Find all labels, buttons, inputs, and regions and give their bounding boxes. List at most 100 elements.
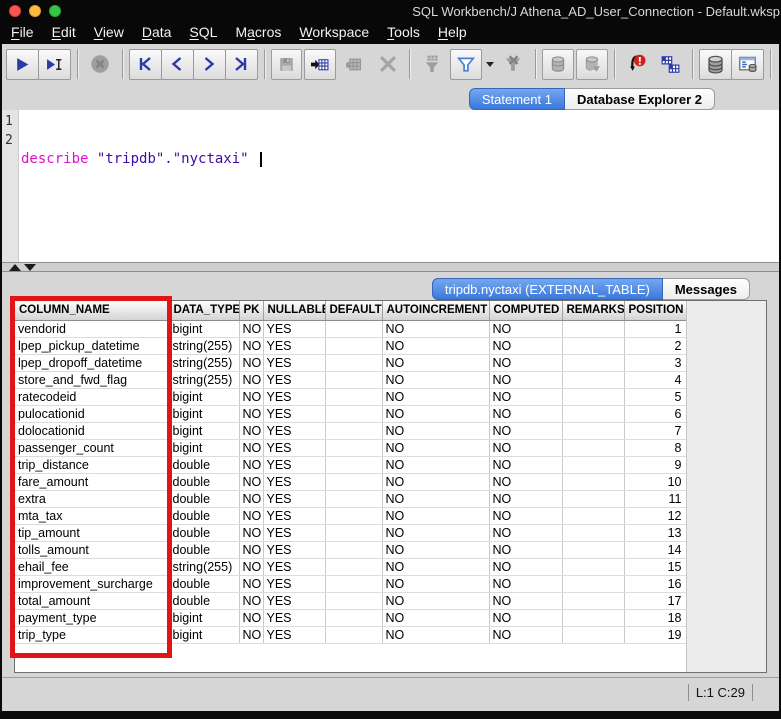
toolbar-separator [264,49,265,79]
table-row[interactable]: lpep_pickup_datetimestring(255)NOYESNONO… [15,337,686,354]
toolbar-separator [614,49,615,79]
filter-data-button[interactable] [450,49,482,80]
column-header-data_type[interactable]: DATA_TYPE [169,301,239,320]
filter-dropdown-arrow[interactable] [486,62,494,67]
previous-row-button[interactable] [161,49,194,80]
toolbar-separator [409,49,410,79]
table-cell: 6 [624,405,686,422]
table-cell: NO [489,473,562,490]
column-header-pk[interactable]: PK [239,301,263,320]
menu-data[interactable]: Data [133,22,181,44]
table-row[interactable]: ratecodeidbigintNOYESNONO5 [15,388,686,405]
column-header-nullable[interactable]: NULLABLE [263,301,325,320]
table-cell: NO [239,541,263,558]
close-button[interactable] [9,5,21,17]
code-area[interactable]: describe "tripdb"."nyctaxi" [19,110,262,262]
execute-current-button[interactable] [38,49,71,80]
execute-all-button[interactable] [6,49,39,80]
table-cell: YES [263,405,325,422]
last-row-button[interactable] [225,49,258,80]
update-database-button[interactable] [304,49,336,80]
status-separator [752,684,753,701]
menu-tools[interactable]: Tools [378,22,429,44]
pane-splitter[interactable] [2,262,779,272]
table-cell: YES [263,371,325,388]
table-cell: NO [489,371,562,388]
table-cell: NO [382,473,489,490]
table-row[interactable]: pulocationidbigintNOYESNONO6 [15,405,686,422]
tab-statement-1[interactable]: Statement 1 [469,88,565,110]
table-row[interactable]: dolocationidbigintNOYESNONO7 [15,422,686,439]
table-row[interactable]: trip_typebigintNOYESNONO19 [15,626,686,643]
result-table[interactable]: COLUMN_NAMEDATA_TYPEPKNULLABLEDEFAULTAUT… [15,301,687,644]
table-cell: mta_tax [15,507,169,524]
tab-messages[interactable]: Messages [663,278,750,300]
table-cell: double [169,507,239,524]
menu-edit[interactable]: Edit [43,22,85,44]
table-row[interactable]: lpep_dropoff_datetimestring(255)NOYESNON… [15,354,686,371]
collapse-up-icon[interactable] [9,264,21,271]
play-cursor-icon [46,56,63,73]
result-tab-bar: tripdb.nyctaxi (EXTERNAL_TABLE) Messages [2,272,779,300]
ignore-errors-button[interactable] [621,49,653,80]
table-row[interactable]: fare_amountdoubleNOYESNONO10 [15,473,686,490]
column-header-computed[interactable]: COMPUTED [489,301,562,320]
table-cell: YES [263,422,325,439]
table-row[interactable]: ehail_feestring(255)NOYESNONO15 [15,558,686,575]
table-cell: total_amount [15,592,169,609]
tab-result-nyctaxi[interactable]: tripdb.nyctaxi (EXTERNAL_TABLE) [432,278,663,300]
table-cell [562,575,624,592]
table-cell: double [169,456,239,473]
code-line-1: describe "tripdb"."nyctaxi" [21,150,262,169]
table-row[interactable]: mta_taxdoubleNOYESNONO12 [15,507,686,524]
column-header-position[interactable]: POSITION [624,301,686,320]
menu-view[interactable]: View [85,22,133,44]
table-row[interactable]: store_and_fwd_flagstring(255)NOYESNONO4 [15,371,686,388]
menu-workspace[interactable]: Workspace [290,22,378,44]
menu-macros[interactable]: Macros [226,22,290,44]
table-row[interactable]: passenger_countbigintNOYESNONO8 [15,439,686,456]
sql-editor[interactable]: 1 2 describe "tripdb"."nyctaxi" [2,110,779,262]
connection-info-button[interactable] [699,49,732,80]
table-cell: 7 [624,422,686,439]
table-cell: NO [489,456,562,473]
column-header-default[interactable]: DEFAULT [325,301,382,320]
chevron-left-icon [169,56,185,72]
first-row-button[interactable] [129,49,162,80]
table-cell: NO [382,592,489,609]
table-cell: NO [489,337,562,354]
table-cell: bigint [169,405,239,422]
db-explorer-window-icon [738,55,757,74]
column-header-remarks[interactable]: REMARKS [562,301,624,320]
database-explorer-button[interactable] [731,49,764,80]
menu-help[interactable]: Help [429,22,476,44]
table-row[interactable]: tolls_amountdoubleNOYESNONO14 [15,541,686,558]
table-cell: 3 [624,354,686,371]
menu-file[interactable]: File [2,22,43,44]
next-row-button[interactable] [193,49,226,80]
zoom-button[interactable] [49,5,61,17]
table-cell: NO [239,354,263,371]
database-commit-icon [549,55,567,73]
table-row[interactable]: tip_amountdoubleNOYESNONO13 [15,524,686,541]
table-row[interactable]: vendoridbigintNOYESNONO1 [15,320,686,337]
table-row[interactable]: total_amountdoubleNOYESNONO17 [15,592,686,609]
table-row[interactable]: improvement_surchargedoubleNOYESNONO16 [15,575,686,592]
tab-label: Database Explorer 2 [577,92,702,107]
column-header-autoincrement[interactable]: AUTOINCREMENT [382,301,489,320]
table-cell: NO [239,592,263,609]
minimize-button[interactable] [29,5,41,17]
table-row[interactable]: trip_distancedoubleNOYESNONO9 [15,456,686,473]
table-cell: YES [263,507,325,524]
table-cell: string(255) [169,354,239,371]
table-cell: 16 [624,575,686,592]
table-cell [562,337,624,354]
data-pumper-button[interactable] [654,49,686,80]
table-cell: NO [382,456,489,473]
collapse-down-icon[interactable] [24,264,36,271]
menu-sql[interactable]: SQL [180,22,226,44]
table-row[interactable]: payment_typebigintNOYESNONO18 [15,609,686,626]
column-header-column_name[interactable]: COLUMN_NAME [15,301,169,320]
table-row[interactable]: extradoubleNOYESNONO11 [15,490,686,507]
tab-database-explorer-2[interactable]: Database Explorer 2 [565,88,715,110]
